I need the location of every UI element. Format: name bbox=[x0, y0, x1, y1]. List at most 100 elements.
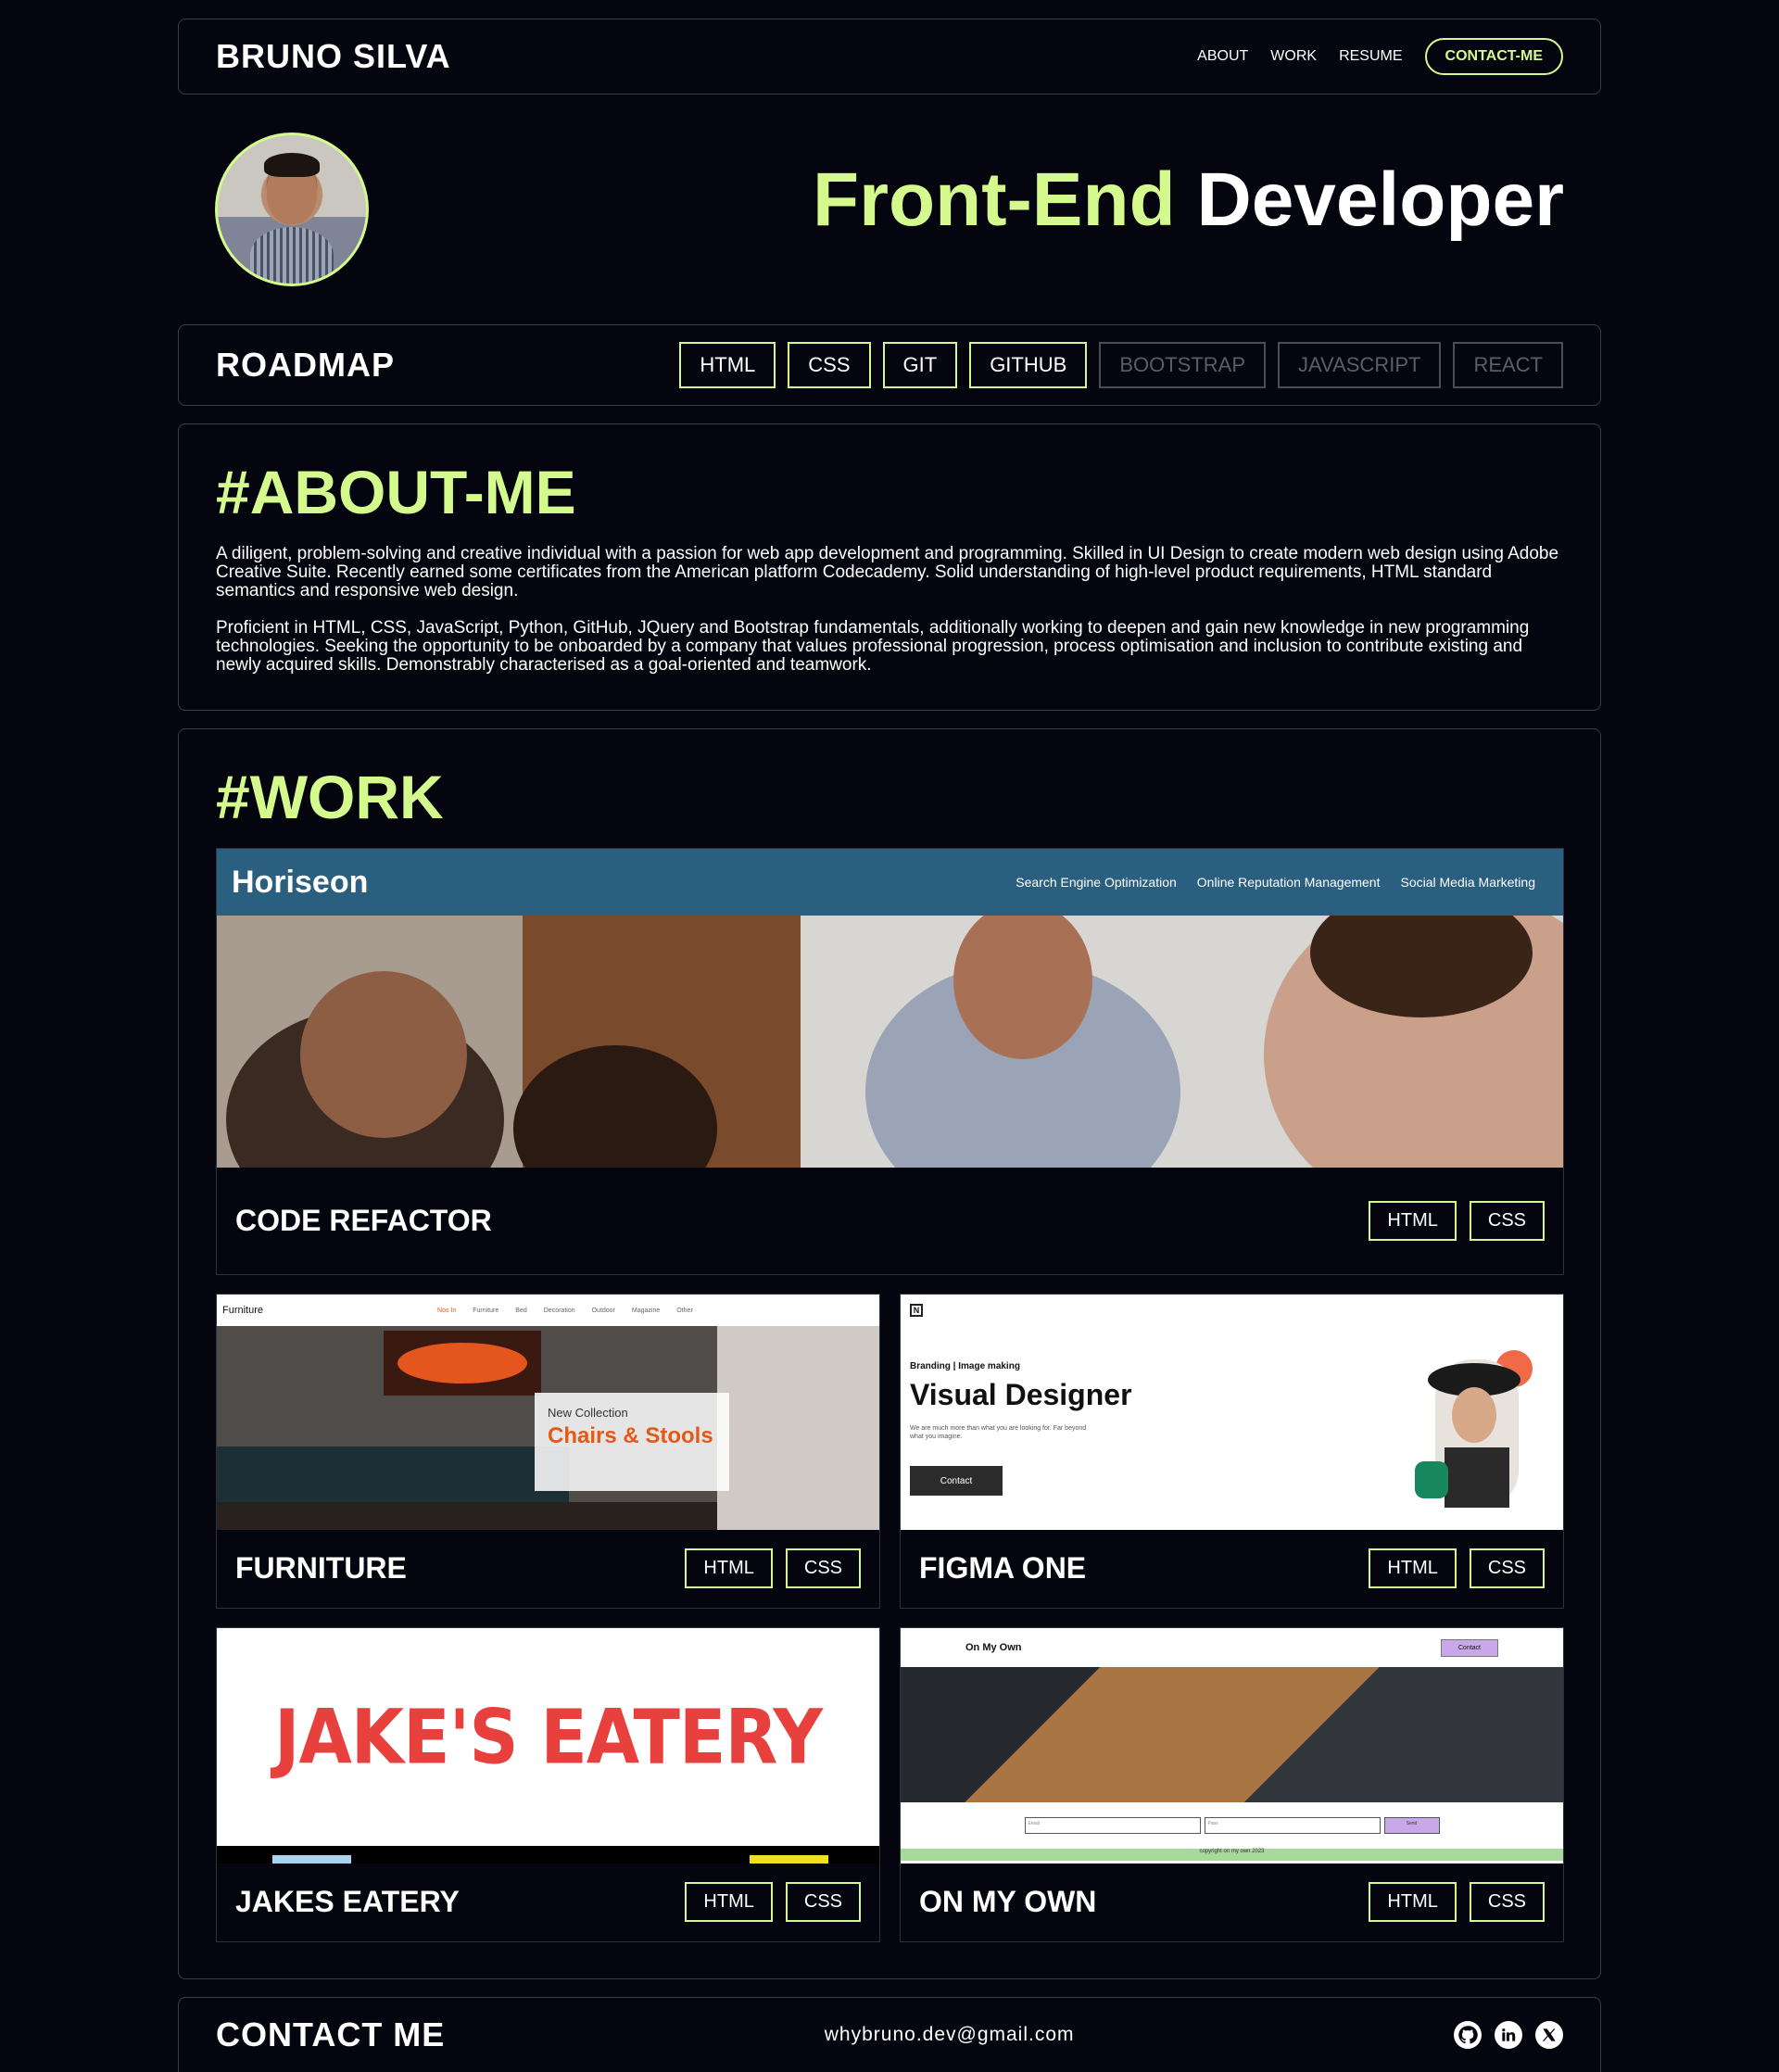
hero-title: Front-End Developer bbox=[813, 162, 1564, 238]
github-icon[interactable] bbox=[1453, 2021, 1482, 2049]
nav-work-link[interactable]: WORK bbox=[1270, 48, 1317, 65]
project-card-on-my-own[interactable]: On My Own Contact Email Pass Send copyri… bbox=[900, 1627, 1564, 1942]
jakes-title: JAKE'S EATERY bbox=[273, 1693, 823, 1781]
contact-email-link[interactable]: whybruno.dev@gmail.com bbox=[825, 2024, 1075, 2046]
roadmap-title: ROADMAP bbox=[216, 346, 395, 384]
omo-header: On My Own Contact bbox=[901, 1628, 1563, 1667]
omo-footer: copyright on my own 2023 bbox=[901, 1849, 1563, 1861]
roadmap-skills: HTML CSS GIT GITHUB BOOTSTRAP JAVASCRIPT… bbox=[679, 342, 1563, 388]
project-footer: FURNITURE HTML CSS bbox=[217, 1528, 879, 1608]
furniture-promo-card: New Collection Chairs & Stools bbox=[535, 1393, 729, 1491]
project-tags: HTML CSS bbox=[685, 1881, 861, 1922]
roadmap-section: ROADMAP HTML CSS GIT GITHUB BOOTSTRAP JA… bbox=[178, 324, 1601, 406]
figma-title: Visual Designer bbox=[910, 1378, 1132, 1411]
omo-title: On My Own bbox=[965, 1642, 1022, 1653]
work-heading: #WORK bbox=[216, 763, 444, 831]
project-card-furniture[interactable]: Furniture Nos In Furniture Bed Decoratio… bbox=[216, 1294, 880, 1609]
project-footer: CODE REFACTOR HTML CSS bbox=[217, 1167, 1563, 1274]
omo-form: Email Pass Send bbox=[901, 1802, 1563, 1849]
contact-title: CONTACT ME bbox=[216, 2015, 446, 2053]
tag-html: HTML bbox=[1369, 1548, 1457, 1588]
skill-chip-html: HTML bbox=[679, 342, 776, 388]
furniture-hero-photo: New Collection Chairs & Stools bbox=[217, 1326, 879, 1530]
omo-hero-photo bbox=[901, 1667, 1563, 1802]
tag-css: CSS bbox=[785, 1548, 861, 1588]
horiseon-logo: Horiseon bbox=[232, 864, 369, 900]
linkedin-icon[interactable] bbox=[1494, 2021, 1522, 2049]
horiseon-hero-photo bbox=[217, 916, 1563, 1168]
brand-name[interactable]: BRUNO SILVA bbox=[216, 37, 451, 76]
avatar-hair bbox=[263, 153, 321, 177]
tag-html: HTML bbox=[1369, 1200, 1457, 1241]
figma-tagline: Branding | Image making bbox=[910, 1361, 1020, 1371]
contact-me-button[interactable]: CONTACT-ME bbox=[1424, 38, 1563, 75]
main-nav: ABOUT WORK RESUME CONTACT-ME bbox=[1175, 38, 1563, 75]
skill-chip-bootstrap: BOOTSTRAP bbox=[1099, 342, 1266, 388]
site-header: BRUNO SILVA ABOUT WORK RESUME CONTACT-ME bbox=[178, 19, 1601, 95]
work-section: #WORK Horiseon Search Engine Optimizatio… bbox=[178, 728, 1601, 1979]
designer-portrait-illustration bbox=[1415, 1350, 1533, 1508]
project-thumbnail[interactable]: Horiseon Search Engine Optimization Onli… bbox=[217, 849, 1563, 1169]
about-heading: #ABOUT-ME bbox=[216, 458, 576, 526]
team-photo-illustration bbox=[217, 916, 1563, 1168]
project-tags: HTML CSS bbox=[1369, 1200, 1545, 1241]
x-icon[interactable] bbox=[1534, 2021, 1563, 2049]
project-thumbnail[interactable]: N Branding | Image making Visual Designe… bbox=[901, 1295, 1563, 1530]
tag-html: HTML bbox=[1369, 1881, 1457, 1922]
project-card-code-refactor[interactable]: Horiseon Search Engine Optimization Onli… bbox=[216, 848, 1564, 1275]
hero-title-accent: Front-End bbox=[813, 158, 1176, 242]
figma-contact-button: Contact bbox=[910, 1466, 1003, 1496]
project-tags: HTML CSS bbox=[685, 1548, 861, 1588]
project-thumbnail[interactable]: JAKE'S EATERY bbox=[217, 1628, 879, 1864]
tag-html: HTML bbox=[685, 1881, 773, 1922]
horiseon-nav: Search Engine Optimization Online Reputa… bbox=[1016, 875, 1535, 890]
omo-submit: Send bbox=[1383, 1817, 1440, 1834]
skill-chip-javascript: JAVASCRIPT bbox=[1278, 342, 1442, 388]
skill-chip-git: GIT bbox=[882, 342, 958, 388]
project-name: FURNITURE bbox=[235, 1550, 407, 1585]
project-name: FIGMA ONE bbox=[919, 1550, 1087, 1585]
notion-icon: N bbox=[910, 1304, 923, 1317]
tag-html: HTML bbox=[685, 1548, 773, 1588]
project-card-jakes-eatery[interactable]: JAKE'S EATERY JAKES EATERY HTML CSS bbox=[216, 1627, 880, 1942]
furniture-nav-item: Decoration bbox=[543, 1307, 575, 1314]
tag-css: CSS bbox=[785, 1881, 861, 1922]
figma-preview: N Branding | Image making Visual Designe… bbox=[901, 1295, 1563, 1530]
about-paragraph-1: A diligent, problem-solving and creative… bbox=[216, 544, 1559, 600]
furniture-nav-item: Bed bbox=[515, 1307, 527, 1314]
project-footer: ON MY OWN HTML CSS bbox=[901, 1862, 1563, 1941]
furniture-nav-item: Furniture bbox=[473, 1307, 499, 1314]
horiseon-nav-item: Online Reputation Management bbox=[1196, 875, 1381, 890]
nav-about-link[interactable]: ABOUT bbox=[1197, 48, 1248, 65]
tag-css: CSS bbox=[1469, 1881, 1545, 1922]
project-card-figma-one[interactable]: N Branding | Image making Visual Designe… bbox=[900, 1294, 1564, 1609]
avatar-shirt bbox=[250, 227, 334, 284]
hero-title-rest: Developer bbox=[1196, 158, 1564, 242]
omo-field-email: Email bbox=[1024, 1817, 1201, 1834]
furniture-navbar: Furniture Nos In Furniture Bed Decoratio… bbox=[217, 1295, 879, 1326]
tag-css: CSS bbox=[1469, 1200, 1545, 1241]
project-thumbnail[interactable]: Furniture Nos In Furniture Bed Decoratio… bbox=[217, 1295, 879, 1530]
project-tags: HTML CSS bbox=[1369, 1548, 1545, 1588]
furniture-headline: Chairs & Stools bbox=[548, 1423, 713, 1448]
project-name: JAKES EATERY bbox=[235, 1884, 460, 1918]
project-footer: FIGMA ONE HTML CSS bbox=[901, 1528, 1563, 1608]
horiseon-nav-item: Social Media Marketing bbox=[1400, 875, 1535, 890]
nav-resume-link[interactable]: RESUME bbox=[1339, 48, 1402, 65]
horiseon-nav-item: Search Engine Optimization bbox=[1016, 875, 1177, 890]
furniture-logo: Furniture bbox=[222, 1305, 264, 1316]
about-section: #ABOUT-ME A diligent, problem-solving an… bbox=[178, 423, 1601, 711]
tag-css: CSS bbox=[1469, 1548, 1545, 1588]
furniture-nav-item: Outdoor bbox=[591, 1307, 615, 1314]
furniture-nav: Nos In Furniture Bed Decoration Outdoor … bbox=[437, 1308, 693, 1314]
skill-chip-react: REACT bbox=[1453, 342, 1563, 388]
project-tags: HTML CSS bbox=[1369, 1881, 1545, 1922]
skill-chip-css: CSS bbox=[788, 342, 871, 388]
omo-contact-button: Contact bbox=[1440, 1638, 1498, 1657]
furniture-collection-label: New Collection bbox=[548, 1406, 628, 1420]
project-thumbnail[interactable]: On My Own Contact Email Pass Send copyri… bbox=[901, 1628, 1563, 1864]
omo-preview: On My Own Contact Email Pass Send copyri… bbox=[901, 1628, 1563, 1864]
skill-chip-github: GITHUB bbox=[969, 342, 1088, 388]
project-footer: JAKES EATERY HTML CSS bbox=[217, 1862, 879, 1941]
project-name: CODE REFACTOR bbox=[235, 1203, 492, 1237]
